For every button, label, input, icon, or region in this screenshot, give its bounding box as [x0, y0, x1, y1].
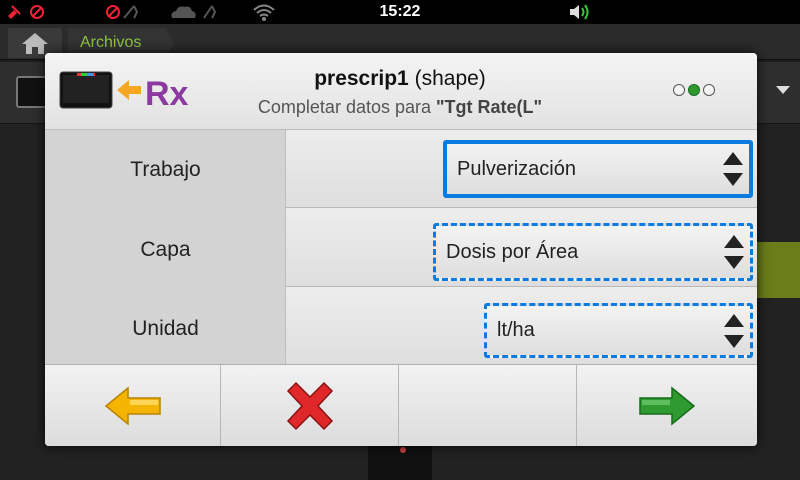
trabajo-value: Pulverización	[457, 157, 576, 180]
spinner-arrows-icon[interactable]	[724, 313, 744, 348]
row-trabajo: Pulverización	[286, 130, 757, 208]
label-unidad: Unidad	[132, 317, 199, 340]
file-name: prescrip1	[314, 67, 409, 90]
dialog-button-bar	[45, 364, 757, 446]
page-dot-active	[688, 84, 700, 96]
back-button[interactable]	[45, 365, 221, 446]
spinner-arrows-icon[interactable]	[723, 152, 743, 186]
dialog-title: prescrip1 (shape)	[205, 67, 595, 91]
label-trabajo: Trabajo	[130, 158, 201, 181]
status-bar: 15:22	[0, 0, 800, 24]
cancel-button[interactable]	[221, 365, 399, 446]
background-indicator	[400, 447, 406, 453]
spinner-arrows-icon[interactable]	[724, 235, 744, 269]
dialog-header: Rx prescrip1 (shape) Completar datos par…	[45, 53, 757, 130]
volume-icon	[568, 0, 594, 24]
field-labels-column: Trabajo Capa Unidad	[45, 130, 286, 364]
label-capa: Capa	[140, 238, 191, 261]
page-dot	[703, 84, 715, 96]
background-green-strip	[752, 242, 800, 298]
red-x-icon	[286, 381, 333, 431]
file-type: (shape)	[414, 67, 486, 90]
right-arrow-icon	[639, 386, 696, 426]
page-indicator	[673, 84, 715, 96]
trabajo-select[interactable]: Pulverización	[443, 140, 753, 198]
subtitle-prefix: Completar datos para	[257, 97, 431, 117]
clock: 15:22	[379, 3, 421, 20]
next-button[interactable]	[577, 365, 757, 446]
prescription-import-icon: Rx	[59, 71, 189, 113]
empty-button[interactable]	[399, 365, 577, 446]
left-arrow-icon	[104, 386, 161, 426]
unidad-select[interactable]: lt/ha	[484, 303, 753, 358]
row-unidad: lt/ha	[286, 288, 757, 364]
subtitle-target: "Tgt Rate(L"	[436, 97, 543, 117]
prescription-wizard-dialog: Rx prescrip1 (shape) Completar datos par…	[45, 53, 757, 446]
capa-select[interactable]: Dosis por Área	[433, 223, 753, 281]
dialog-subtitle: Completar datos para "Tgt Rate(L"	[205, 97, 595, 118]
svg-text:Rx: Rx	[145, 75, 189, 113]
unidad-value: lt/ha	[497, 319, 535, 341]
page-dot	[673, 84, 685, 96]
home-icon	[22, 33, 48, 54]
capa-value: Dosis por Área	[446, 240, 579, 263]
row-capa: Dosis por Área	[286, 209, 757, 287]
background-dropdown-icon	[776, 86, 790, 94]
